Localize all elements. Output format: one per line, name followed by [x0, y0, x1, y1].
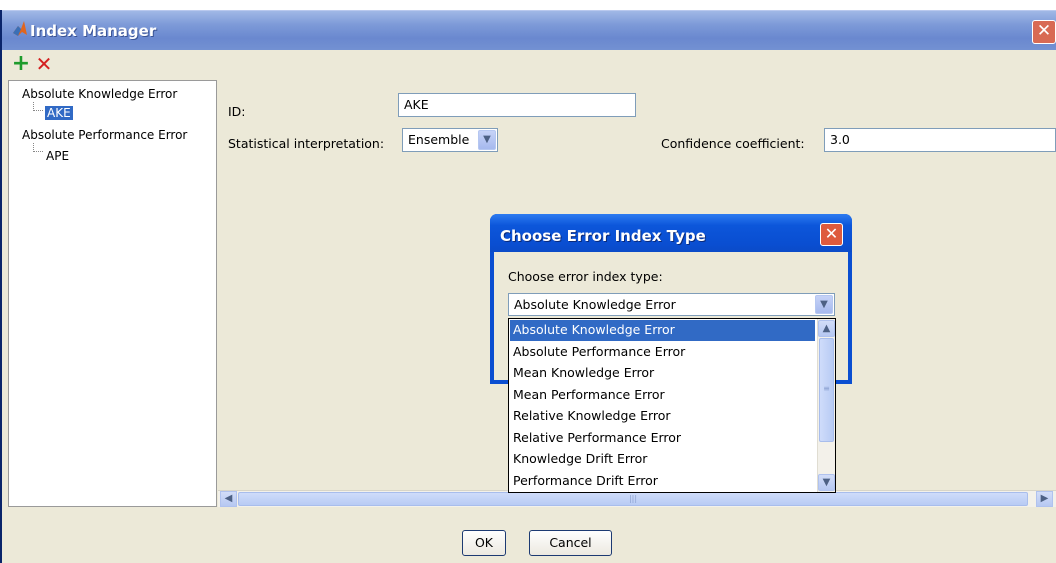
window-titlebar[interactable]: Index Manager ✕ [2, 10, 1056, 50]
dropdown-option[interactable]: Mean Knowledge Error [510, 363, 815, 384]
scrollbar-thumb[interactable]: ||| [238, 492, 1028, 506]
arrow-up-icon[interactable]: ▲ [818, 320, 835, 337]
dropdown-option[interactable]: Performance Drift Error [510, 471, 815, 492]
tree-connector [33, 143, 43, 152]
dropdown-option[interactable]: Relative Performance Error [510, 428, 815, 449]
tree-item-absolute-performance-error[interactable]: Absolute Performance Error [22, 128, 187, 142]
cancel-button[interactable]: Cancel [529, 530, 612, 556]
dropdown-option[interactable]: Mean Performance Error [510, 385, 815, 406]
tree-item-ake[interactable]: AKE [45, 106, 73, 120]
id-field[interactable]: AKE [398, 93, 636, 117]
statistical-interpretation-select[interactable]: Ensemble ▼ [402, 128, 498, 152]
error-index-type-value: Absolute Knowledge Error [514, 297, 676, 312]
delete-index-button[interactable]: ✕ [33, 54, 55, 76]
matlab-logo-icon [13, 21, 27, 36]
dropdown-option[interactable]: Absolute Performance Error [510, 342, 815, 363]
index-tree[interactable]: Absolute Knowledge Error AKE Absolute Pe… [8, 80, 217, 507]
arrow-down-icon[interactable]: ▼ [818, 474, 835, 491]
error-index-type-dropdown-list[interactable]: Absolute Knowledge Error Absolute Perfor… [508, 318, 836, 493]
arrow-left-icon[interactable]: ◀ [220, 491, 237, 507]
confidence-coefficient-label: Confidence coefficient: [661, 136, 805, 151]
window-close-button[interactable]: ✕ [1032, 20, 1056, 44]
tree-connector [33, 102, 43, 111]
tree-item-ape[interactable]: APE [46, 149, 69, 163]
dialog-title: Choose Error Index Type [500, 227, 706, 245]
dialog-titlebar[interactable]: Choose Error Index Type ✕ [490, 214, 852, 252]
dialog-close-button[interactable]: ✕ [820, 223, 843, 246]
arrow-right-icon[interactable]: ▶ [1036, 491, 1053, 507]
statistical-interpretation-label: Statistical interpretation: [228, 136, 385, 151]
tree-item-absolute-knowledge-error[interactable]: Absolute Knowledge Error [22, 87, 177, 101]
confidence-coefficient-field[interactable]: 3.0 [824, 128, 1056, 152]
add-index-button[interactable]: + [10, 53, 32, 76]
chevron-down-icon[interactable]: ▼ [478, 130, 496, 150]
ok-button[interactable]: OK [462, 530, 506, 556]
dropdown-option[interactable]: Absolute Knowledge Error [510, 320, 815, 341]
error-index-type-select[interactable]: Absolute Knowledge Error ▼ [508, 293, 835, 316]
toolbar: + ✕ [2, 50, 1056, 80]
dropdown-option[interactable]: Relative Knowledge Error [510, 406, 815, 427]
error-index-type-label: Choose error index type: [508, 269, 663, 284]
statistical-interpretation-value: Ensemble [408, 132, 470, 147]
dropdown-option[interactable]: Knowledge Drift Error [510, 449, 815, 470]
window-title: Index Manager [30, 22, 157, 40]
scrollbar-thumb[interactable]: ≡ [819, 338, 834, 442]
dropdown-scrollbar[interactable]: ▲ ≡ ▼ [817, 319, 835, 492]
chevron-down-icon[interactable]: ▼ [815, 295, 833, 314]
id-label: ID: [228, 104, 246, 119]
